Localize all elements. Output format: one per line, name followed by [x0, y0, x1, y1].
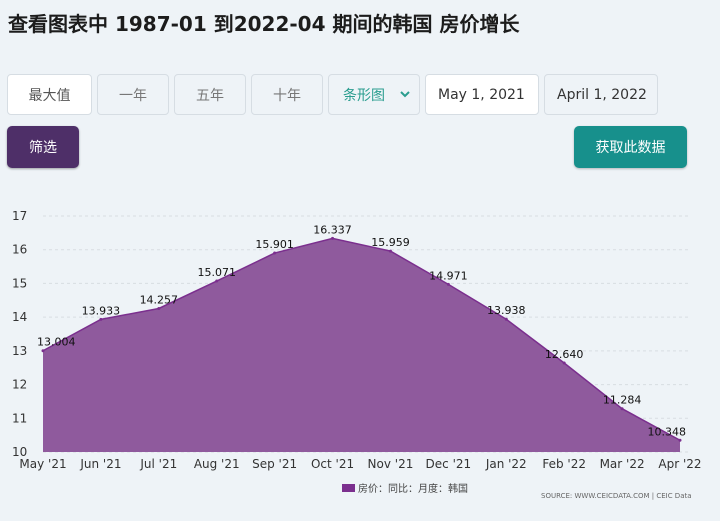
x-tick-label: Sep '21 — [252, 457, 297, 471]
data-point[interactable] — [678, 438, 682, 442]
range-1y-button[interactable]: 一年 — [97, 74, 169, 115]
chevron-down-icon — [400, 91, 410, 98]
data-label: 14.257 — [140, 293, 179, 306]
y-tick-label: 11 — [12, 411, 27, 425]
data-point[interactable] — [562, 361, 566, 365]
page-title: 查看图表中 1987-01 到2022-04 期间的韩国 房价增长 — [8, 12, 520, 36]
data-point[interactable] — [504, 317, 508, 321]
x-tick-label: May '21 — [19, 457, 66, 471]
x-tick-label: Mar '22 — [600, 457, 645, 471]
data-label: 13.938 — [487, 304, 526, 317]
range-5y-button[interactable]: 五年 — [174, 74, 246, 115]
date-to-field[interactable]: April 1, 2022 — [544, 74, 658, 115]
data-point[interactable] — [620, 407, 624, 411]
chart-type-value: 条形图 — [343, 87, 385, 104]
date-from-field[interactable]: May 1, 2021 — [425, 74, 539, 115]
range-max-button[interactable]: 最大值 — [7, 74, 92, 115]
x-tick-label: Oct '21 — [311, 457, 354, 471]
chart-type-select[interactable]: 条形图 — [328, 74, 420, 115]
data-label: 13.933 — [82, 304, 121, 317]
filter-button[interactable]: 筛选 — [7, 126, 79, 168]
y-tick-label: 16 — [12, 243, 27, 257]
range-10y-button[interactable]: 十年 — [251, 74, 323, 115]
source-note: SOURCE: WWW.CEICDATA.COM | CEIC Data — [541, 492, 692, 500]
y-tick-label: 13 — [12, 344, 27, 358]
get-data-button[interactable]: 获取此数据 — [574, 126, 687, 168]
data-label: 15.959 — [371, 236, 410, 249]
y-tick-label: 15 — [12, 276, 27, 290]
area-chart: 1011121314151617 May '21 Jun '21 Jul '21 Au… — [12, 209, 702, 500]
data-label: 15.071 — [197, 266, 236, 279]
x-tick-label: Jun '21 — [79, 457, 121, 471]
data-label: 13.004 — [37, 336, 76, 349]
y-tick-label: 17 — [12, 209, 27, 223]
legend-swatch — [342, 484, 355, 492]
data-label: 15.901 — [255, 238, 294, 251]
data-point[interactable] — [215, 279, 219, 283]
x-tick-label: Aug '21 — [194, 457, 240, 471]
x-tick-label: Dec '21 — [426, 457, 472, 471]
data-point[interactable] — [388, 249, 392, 253]
data-label: 12.640 — [545, 348, 584, 361]
data-point[interactable] — [446, 282, 450, 286]
data-point[interactable] — [157, 306, 161, 310]
y-tick-label: 14 — [12, 310, 27, 324]
legend-label: 房价：同比：月度：韩国 — [358, 482, 468, 495]
x-tick-label: Feb '22 — [542, 457, 586, 471]
data-label: 14.971 — [429, 269, 468, 282]
data-point[interactable] — [331, 236, 335, 240]
data-point[interactable] — [273, 251, 277, 255]
data-point[interactable] — [41, 349, 45, 353]
data-point[interactable] — [99, 317, 103, 321]
x-tick-label: Nov '21 — [368, 457, 414, 471]
x-tick-label: Apr '22 — [658, 457, 701, 471]
data-label: 10.348 — [648, 425, 687, 438]
x-tick-label: Jul '21 — [139, 457, 177, 471]
data-label: 11.284 — [603, 394, 642, 407]
x-tick-label: Jan '22 — [485, 457, 527, 471]
series-area — [43, 238, 680, 452]
data-label: 16.337 — [313, 223, 352, 236]
y-tick-label: 12 — [12, 378, 27, 392]
